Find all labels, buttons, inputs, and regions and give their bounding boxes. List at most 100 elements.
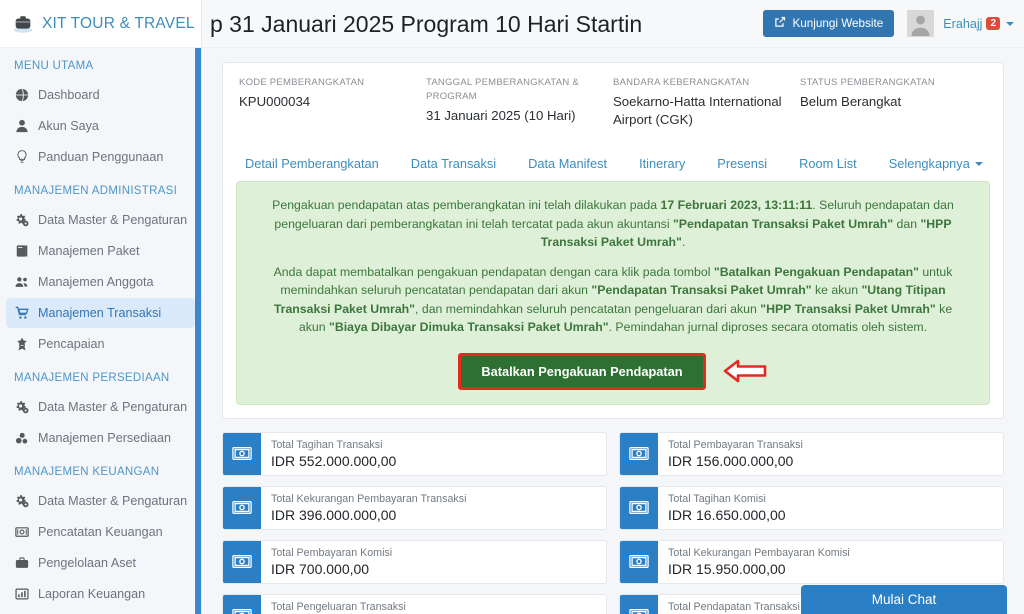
info-column: TANGGAL PEMBERANGKATAN & PROGRAM 31 Janua…	[426, 76, 613, 129]
stat-label: Total Pendapatan Transaksi	[668, 600, 800, 613]
stat-body: Total Kekurangan Pembayaran Transaksi IDR…	[261, 487, 466, 529]
money-icon	[14, 525, 29, 539]
sidebar-item-label: Akun Saya	[38, 119, 99, 133]
user-name: Erahajj	[943, 16, 983, 31]
sidebar-item-pengelolaan-aset[interactable]: Pengelolaan Aset	[6, 548, 195, 578]
alert-p2-bold-5: "Biaya Dibayar Dimuka Transaksi Paket Um…	[328, 320, 609, 334]
stat-card: Total Tagihan Transaksi IDR 552.000.000,0…	[222, 431, 607, 476]
tab-label: Itinerary	[639, 156, 686, 171]
tab-selengkapnya[interactable]: Selengkapnya	[873, 156, 999, 171]
sidebar-item-data-master-pengaturan[interactable]: Data Master & Pengaturan	[6, 205, 195, 235]
gears-icon	[14, 494, 29, 508]
sidebar-scrollbar-thumb[interactable]	[195, 48, 201, 614]
info-column: BANDARA KEBERANGKATAN Soekarno-Hatta Inte…	[613, 76, 800, 129]
sidebar-item-label: Pengelolaan Aset	[38, 556, 137, 570]
stat-value: IDR 16.650.000,00	[668, 506, 786, 523]
travel-bag-icon	[12, 13, 34, 35]
tab-label: Selengkapnya	[888, 156, 970, 171]
stat-value: IDR 700.000,00	[271, 560, 370, 577]
sidebar-section-title: MANAJEMEN KEUANGAN	[14, 466, 160, 478]
alert-paragraph-2: Anda dapat membatalkan pengakuan pendapa…	[259, 263, 967, 337]
tab-room-list[interactable]: Room List	[783, 156, 873, 171]
info-column: STATUS PEMBERANGKATAN Belum Berangkat	[800, 76, 987, 129]
alert-p2-text-6: . Pemindahan jurnal diproses secara otom…	[608, 320, 928, 334]
tab-label: Data Manifest	[528, 156, 608, 171]
sidebar-item-label: Manajemen Persediaan	[38, 431, 172, 445]
info-value: Belum Berangkat	[800, 94, 902, 109]
topbar-actions: Kunjungi Website Erahajj 2	[763, 10, 1024, 37]
tab-label: Room List	[799, 156, 857, 171]
stat-card: Total Pengeluaran TransaksiIDR 1.682.421…	[222, 593, 607, 614]
stat-body: Total Tagihan Transaksi IDR 552.000.000,0…	[261, 433, 396, 475]
stat-body: Total Pendapatan TransaksiIDR 163.500.00…	[658, 595, 800, 614]
brand-logo[interactable]: XIT TOUR & TRAVEL	[0, 0, 201, 48]
sidebar-item-pencatatan-keuangan[interactable]: Pencatatan Keuangan	[6, 517, 195, 547]
tab-data-manifest[interactable]: Data Manifest	[512, 156, 623, 171]
stat-body: Total Tagihan Komisi IDR 16.650.000,00	[658, 487, 786, 529]
alert-p2-bold-2: "Pendapatan Transaksi Paket Umrah"	[591, 283, 812, 297]
info-value: Soekarno-Hatta International Airport (CG…	[613, 94, 782, 127]
stat-label: Total Pembayaran Transaksi	[668, 438, 803, 451]
tab-label: Data Transaksi	[410, 156, 497, 171]
sidebar-item-label: Manajemen Paket	[38, 244, 140, 258]
money-bill-icon	[223, 540, 261, 583]
info-label: TANGGAL PEMBERANGKATAN & PROGRAM	[426, 77, 579, 102]
statistics-column-left: Total Tagihan Transaksi IDR 552.000.000,0…	[222, 431, 607, 614]
sidebar-item-akun-saya[interactable]: Akun Saya	[6, 111, 195, 141]
money-bill-icon	[620, 594, 658, 614]
tab-label: Detail Pemberangkatan	[245, 156, 379, 171]
stat-card: Total Tagihan Komisi IDR 16.650.000,00	[619, 485, 1004, 530]
info-value: KPU000034	[239, 94, 311, 109]
cancel-revenue-recognition-button[interactable]: Batalkan Pengakuan Pendapatan	[458, 352, 706, 390]
stat-body: Total Pengeluaran TransaksiIDR 1.682.421…	[261, 595, 406, 614]
tab-label: Presensi	[717, 156, 768, 171]
stat-card: Total Pembayaran Transaksi IDR 156.000.00…	[619, 431, 1004, 476]
dashboard-globe-icon	[14, 88, 29, 102]
brand-name: XIT TOUR & TRAVEL	[42, 14, 195, 32]
sidebar-section-title: MENU UTAMA	[14, 60, 94, 72]
sidebar-item-data-master-pengaturan[interactable]: Data Master & Pengaturan	[6, 486, 195, 516]
sidebar-item-pencapaian[interactable]: Pencapaian	[6, 329, 195, 359]
app-root: XIT TOUR & TRAVEL MENU UTAMA Dashboard Aku…	[0, 0, 1024, 614]
info-value: 31 Januari 2025 (10 Hari)	[426, 108, 576, 123]
tab-detail-pemberangkatan[interactable]: Detail Pemberangkatan	[241, 156, 395, 171]
page-title: p 31 Januari 2025 Program 10 Hari Starti…	[210, 10, 643, 37]
sidebar-item-manajemen-anggota[interactable]: Manajemen Anggota	[6, 267, 195, 297]
external-link-icon	[774, 16, 786, 31]
sidebar-item-panduan-penggunaan[interactable]: Panduan Penggunaan	[6, 142, 195, 172]
top-bar: p 31 Januari 2025 Program 10 Hari Starti…	[202, 0, 1024, 48]
money-bill-icon	[620, 540, 658, 583]
start-chat-label: Mulai Chat	[871, 592, 937, 607]
stat-body: Total Pembayaran Komisi IDR 700.000,00	[261, 541, 392, 583]
sidebar-item-dashboard[interactable]: Dashboard	[6, 80, 195, 110]
sidebar-item-manajemen-paket[interactable]: Manajemen Paket	[6, 236, 195, 266]
sidebar-item-data-master-pengaturan[interactable]: Data Master & Pengaturan	[6, 392, 195, 422]
stat-label: Total Tagihan Komisi	[668, 492, 766, 505]
sidebar-item-label: Laporan Keuangan	[38, 587, 146, 601]
chevron-down-icon	[1006, 21, 1014, 26]
start-chat-button[interactable]: Mulai Chat	[801, 585, 1007, 614]
tab-presensi[interactable]: Presensi	[701, 156, 783, 171]
info-column: KODE PEMBERANGKATAN KPU000034	[239, 76, 426, 129]
stat-card: Total Kekurangan Pembayaran Komisi IDR 15…	[619, 539, 1004, 584]
cart-icon	[14, 306, 29, 320]
tab-data-transaksi[interactable]: Data Transaksi	[395, 156, 512, 171]
tab-itinerary[interactable]: Itinerary	[623, 156, 701, 171]
user-menu[interactable]: Erahajj 2	[943, 17, 1014, 31]
alert-p2-text-3: ke akun	[811, 283, 862, 297]
stat-value: IDR 552.000.000,00	[271, 452, 397, 469]
stat-body: Total Pembayaran Transaksi IDR 156.000.00…	[658, 433, 803, 475]
sidebar-item-label: Panduan Penggunaan	[38, 150, 164, 164]
visit-website-button[interactable]: Kunjungi Website	[763, 10, 895, 37]
sidebar-item-manajemen-persediaan[interactable]: Manajemen Persediaan	[6, 423, 195, 453]
lightbulb-icon	[14, 150, 29, 164]
sidebar-item-manajemen-transaksi[interactable]: Manajemen Transaksi	[6, 298, 195, 328]
avatar[interactable]	[907, 10, 935, 37]
users-icon	[14, 275, 29, 289]
alert-p1-bold-1: 17 Februari 2023, 13:11:11	[660, 198, 813, 212]
stat-label: Total Kekurangan Pembayaran Komisi	[668, 546, 850, 559]
sidebar-item-laporan-keuangan[interactable]: Laporan Keuangan	[6, 579, 195, 609]
briefcase-icon	[14, 556, 29, 570]
stat-label: Total Pembayaran Komisi	[271, 546, 393, 559]
alert-p1-text-4: .	[681, 235, 686, 249]
